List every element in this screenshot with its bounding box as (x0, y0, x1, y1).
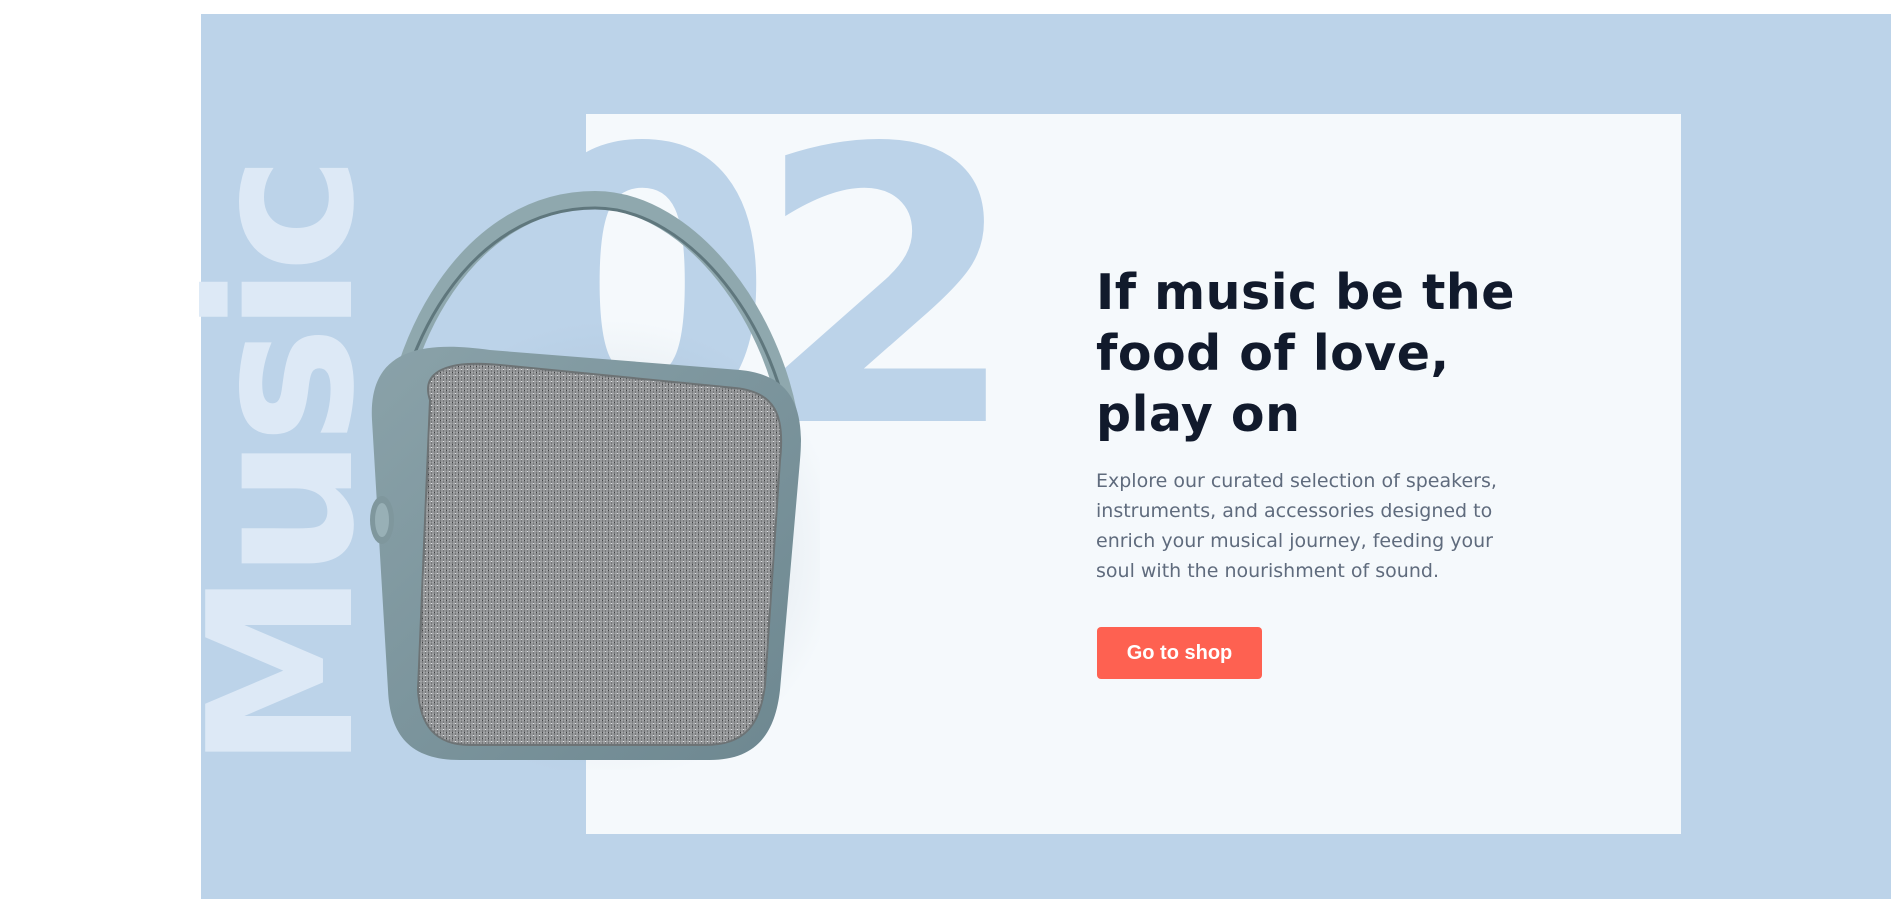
headline-line: food of love, (1096, 325, 1450, 382)
speaker-icon (370, 190, 840, 780)
headline-line: If music be the (1096, 264, 1516, 321)
description-line: instruments, and accessories designed to (1096, 500, 1493, 522)
headline: If music be the food of love, play on (1096, 262, 1556, 445)
description: Explore our curated selection of speaker… (1096, 466, 1536, 586)
hero-section: 02 Music If music be the food of love, p… (0, 0, 1891, 899)
description-line: soul with the nourishment of sound. (1096, 560, 1439, 582)
description-line: enrich your musical journey, feeding you… (1096, 530, 1493, 552)
go-to-shop-button[interactable]: Go to shop (1097, 627, 1262, 679)
vertical-watermark-word: Music (166, 162, 399, 770)
headline-line: play on (1096, 386, 1301, 443)
description-line: Explore our curated selection of speaker… (1096, 470, 1497, 492)
product-image (360, 190, 840, 780)
